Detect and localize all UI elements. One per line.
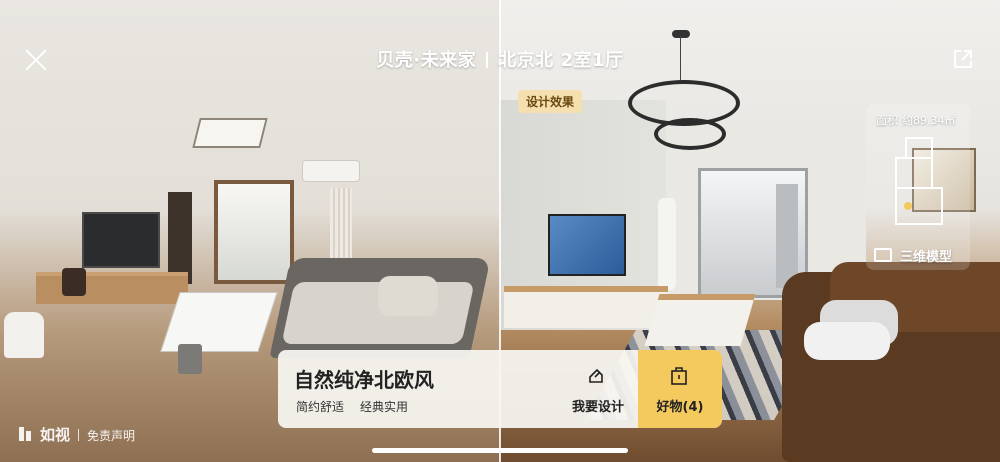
goods-button[interactable]: 好物(4) [638,350,722,428]
goods-label: 好物(4) [656,400,704,415]
pendant-lamp-cap [672,30,690,38]
air-purifier [658,198,676,290]
trash-bin [178,344,202,374]
balcony-window [214,180,294,284]
coffee-table [160,292,278,352]
share-icon[interactable] [952,48,974,70]
television [548,214,626,276]
coffee-table [644,294,756,346]
bookshelf [168,192,192,284]
brand-name: 如视 [40,426,71,444]
style-title: 自然纯净北欧风 [294,368,434,392]
my-design-label: 我要设计 [571,400,624,415]
title-separator [486,52,489,68]
style-tags: 简约舒适 经典实用 [296,398,424,415]
style-tag: 简约舒适 [296,400,345,414]
home-indicator[interactable] [372,448,628,453]
3d-model-button[interactable]: 三维模型 [874,246,952,265]
my-design-button[interactable]: 我要设计 [558,350,638,428]
design-effect-tag: 设计效果 [518,90,583,113]
area-label: 面积 [876,114,898,127]
style-info-panel: 自然纯净北欧风 简约舒适 经典实用 我要设计 好物(4) [278,350,722,428]
3d-model-label: 三维模型 [900,250,953,265]
pillow [378,276,438,316]
area-value: 约89.34㎡ [902,114,956,127]
pendant-lamp-ring [654,118,726,150]
building-outside [776,184,798,288]
tv-stand [36,272,188,304]
page-title: 贝壳·未来家 北京北 2室1厅 [0,46,1000,72]
tv-stand [504,286,668,328]
title-listing: 北京北 2室1厅 [498,50,624,71]
air-conditioner [302,160,360,182]
bag-icon [671,367,687,385]
brand-separator [78,429,80,441]
speaker [62,268,86,296]
cube-icon [874,248,892,262]
ceiling-light [192,118,268,148]
title-brand: 贝壳·未来家 [376,50,477,71]
area-info: 面积 约89.34㎡ [876,112,956,128]
disclaimer-link[interactable]: 免责声明 [87,429,135,443]
edit-icon [589,368,603,383]
stool [4,312,44,358]
pillow [804,322,890,360]
television [82,212,160,268]
logo-icon [19,427,31,441]
style-tag: 经典实用 [360,400,409,414]
brand-footer: 如视 免责声明 [16,424,135,445]
radiator [330,188,352,258]
